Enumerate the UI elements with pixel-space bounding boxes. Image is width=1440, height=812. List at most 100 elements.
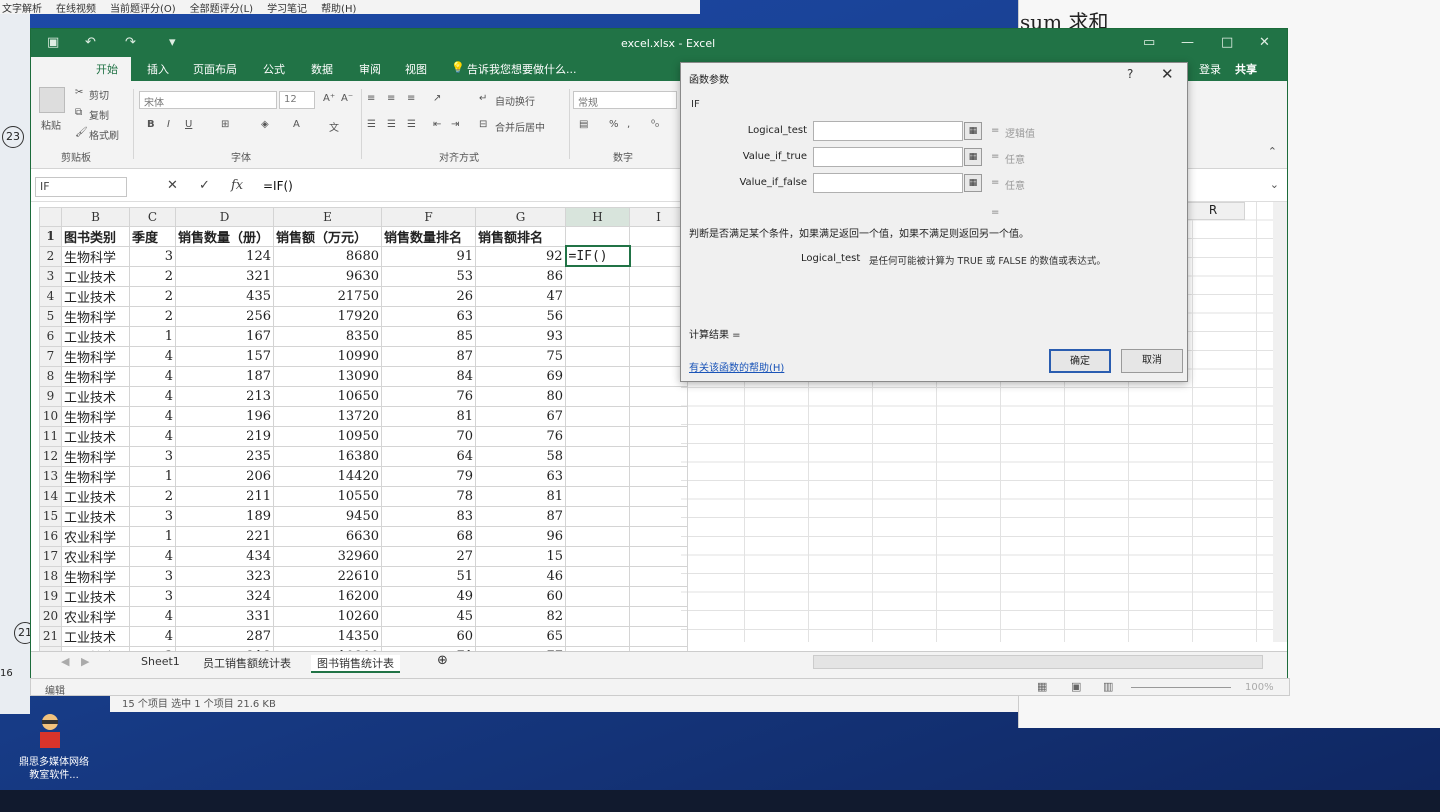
cell[interactable] (565, 585, 630, 607)
cell[interactable]: 10650 (273, 385, 382, 407)
customize-quick-access-icon[interactable]: ▾ (169, 35, 176, 50)
cell[interactable] (629, 465, 688, 487)
cell[interactable]: 3 (129, 245, 176, 267)
row-header[interactable]: 6 (39, 325, 62, 347)
cell[interactable]: 9630 (273, 265, 382, 287)
align-middle-icon[interactable]: ≡ (387, 93, 395, 104)
cell[interactable]: 工业技术 (61, 285, 130, 307)
vertical-scrollbar[interactable] (1273, 202, 1287, 642)
zoom-slider[interactable] (1131, 687, 1231, 688)
cell[interactable]: 87 (475, 505, 566, 527)
cell[interactable]: 工业技术 (61, 265, 130, 287)
cell[interactable] (629, 305, 688, 327)
help-icon[interactable]: ? (1127, 67, 1133, 81)
normal-view-icon[interactable]: ▦ (1037, 680, 1047, 693)
cell[interactable]: 87 (381, 345, 476, 367)
cell[interactable]: 67 (475, 405, 566, 427)
cell[interactable]: 69 (475, 365, 566, 387)
cell[interactable]: 60 (475, 585, 566, 607)
row-header[interactable]: 19 (39, 585, 62, 607)
row-header[interactable]: 2 (39, 245, 62, 267)
cell[interactable]: 45 (381, 605, 476, 627)
row-header[interactable]: 4 (39, 285, 62, 307)
cell[interactable]: 9450 (273, 505, 382, 527)
row-header[interactable]: 21 (39, 625, 62, 647)
share-button[interactable]: 共享 (1235, 61, 1257, 77)
cell[interactable]: 93 (475, 325, 566, 347)
font-size-select[interactable]: 12 (279, 91, 315, 109)
cell[interactable]: 91 (381, 245, 476, 267)
header-cell[interactable]: 销售数量排名 (381, 225, 476, 247)
cell[interactable]: 124 (175, 245, 274, 267)
maximize-icon[interactable]: □ (1221, 35, 1233, 50)
cell[interactable]: 78 (381, 485, 476, 507)
cell[interactable]: 生物科学 (61, 465, 130, 487)
tab-formulas[interactable]: 公式 (263, 61, 285, 77)
cell[interactable]: 46 (475, 565, 566, 587)
cell[interactable]: 187 (175, 365, 274, 387)
tab-review[interactable]: 审阅 (359, 61, 381, 77)
row-header[interactable]: 16 (39, 525, 62, 547)
cell[interactable]: 49 (381, 585, 476, 607)
row-header[interactable]: 15 (39, 505, 62, 527)
wrap-text-icon[interactable]: ↵ (479, 93, 487, 104)
column-header[interactable]: H (565, 207, 630, 227)
cell[interactable] (565, 225, 630, 247)
header-cell[interactable]: 销售额（万元） (273, 225, 382, 247)
cell[interactable]: 生物科学 (61, 445, 130, 467)
cell[interactable]: 4 (129, 425, 176, 447)
cell[interactable]: 工业技术 (61, 585, 130, 607)
row-header[interactable]: 9 (39, 385, 62, 407)
cell[interactable]: 工业技术 (61, 625, 130, 647)
collapse-dialog-icon[interactable]: ▦ (964, 148, 982, 166)
page-break-view-icon[interactable]: ▥ (1103, 680, 1113, 693)
cell[interactable]: 农业科学 (61, 605, 130, 627)
paste-button[interactable]: 粘贴 (41, 117, 61, 132)
cell[interactable] (629, 585, 688, 607)
cell[interactable]: 60 (381, 625, 476, 647)
cell[interactable] (629, 605, 688, 627)
ok-button[interactable]: 确定 (1049, 349, 1111, 373)
cell[interactable]: 13090 (273, 365, 382, 387)
italic-icon[interactable]: I (167, 119, 170, 130)
cell[interactable]: 13720 (273, 405, 382, 427)
cell[interactable] (565, 265, 630, 287)
row-header[interactable]: 12 (39, 445, 62, 467)
tell-me-box[interactable]: 告诉我您想要做什么... (467, 61, 577, 77)
row-header[interactable]: 10 (39, 405, 62, 427)
row-header[interactable]: 20 (39, 605, 62, 627)
value-if-false-input[interactable] (813, 173, 963, 193)
font-name-select[interactable]: 宋体 (139, 91, 277, 109)
cell[interactable]: 15 (475, 545, 566, 567)
cell[interactable] (565, 465, 630, 487)
cell[interactable]: 4 (129, 545, 176, 567)
column-header[interactable]: C (129, 207, 176, 227)
name-box[interactable]: IF (35, 177, 127, 197)
underline-icon[interactable]: U (185, 119, 192, 130)
horizontal-scrollbar[interactable] (813, 655, 1263, 669)
cell[interactable] (565, 525, 630, 547)
page-layout-view-icon[interactable]: ▣ (1071, 680, 1081, 693)
cell[interactable]: 81 (475, 485, 566, 507)
wrap-text-button[interactable]: 自动换行 (495, 93, 535, 108)
cancel-button[interactable]: 取消 (1121, 349, 1183, 373)
expand-formula-icon[interactable]: ⌄ (1270, 178, 1279, 191)
cell[interactable] (629, 525, 688, 547)
cell[interactable]: 321 (175, 265, 274, 287)
cell[interactable]: 10990 (273, 345, 382, 367)
increase-font-icon[interactable]: A⁺ (323, 93, 335, 104)
column-header[interactable]: F (381, 207, 476, 227)
cell[interactable] (629, 625, 688, 647)
cell[interactable] (629, 385, 688, 407)
cell[interactable]: 167 (175, 325, 274, 347)
format-painter-button[interactable]: 格式刷 (89, 127, 119, 142)
redo-icon[interactable]: ↷ (125, 35, 136, 50)
cell[interactable] (629, 265, 688, 287)
copy-icon[interactable]: ⧉ (75, 107, 82, 118)
row-header[interactable]: 17 (39, 545, 62, 567)
column-header[interactable]: I (629, 207, 688, 227)
column-header[interactable]: B (61, 207, 130, 227)
cell[interactable]: 4 (129, 345, 176, 367)
tab-data[interactable]: 数据 (311, 61, 333, 77)
sheet-tab-active[interactable]: 图书销售统计表 (311, 655, 400, 673)
